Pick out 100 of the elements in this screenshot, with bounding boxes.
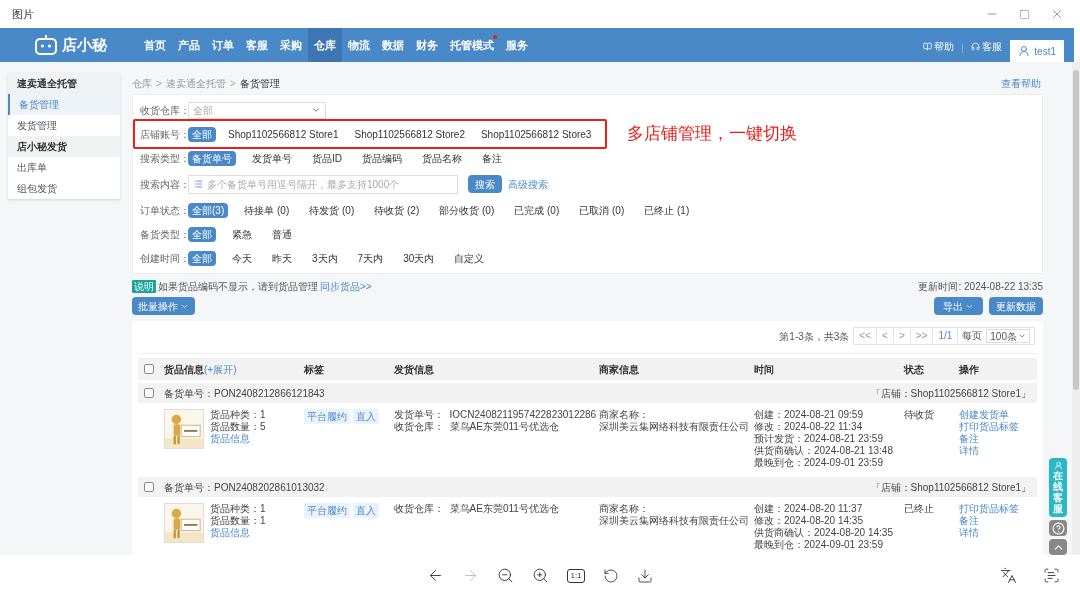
filter-option[interactable]: 货品名称	[418, 150, 466, 166]
nav-tab[interactable]: 客服	[240, 28, 274, 62]
nav-tab[interactable]: 数据	[376, 28, 410, 62]
close-icon[interactable]	[1050, 7, 1064, 21]
caret-icon	[311, 105, 321, 115]
filter-option[interactable]: 已完成 (0)	[510, 202, 564, 218]
page-button[interactable]: <	[877, 328, 894, 343]
sidebar-item[interactable]: 组包发货	[8, 178, 120, 199]
update-time: 更新时间: 2024-08-22 13:35	[918, 280, 1043, 294]
sidebar-item[interactable]: 备货管理	[8, 94, 120, 115]
batch-action-button[interactable]: 批量操作	[132, 297, 195, 315]
filter-option[interactable]: 已终止 (1)	[640, 202, 694, 218]
store-name: 「店铺：Shop1102566812 Store1」	[870, 386, 1031, 401]
action-link[interactable]: 打印货品标签	[959, 421, 1019, 433]
filter-option[interactable]: Shop1102566812 Store2	[350, 126, 469, 142]
goods-info-link[interactable]: 货品信息	[210, 527, 266, 539]
filter-option[interactable]: 货品ID	[308, 150, 346, 166]
per-page-select[interactable]: 100条	[986, 329, 1030, 343]
help-link[interactable]: 查看帮助	[1001, 75, 1041, 91]
filter-option[interactable]: 紧急	[228, 226, 256, 242]
checkbox[interactable]	[144, 482, 154, 492]
shipping-line: 发货单号： IOCN2408211957422823012286	[394, 409, 598, 421]
sidebar-item[interactable]: 出库单	[8, 157, 120, 178]
warehouse-select[interactable]: 全部	[188, 101, 326, 119]
action-link[interactable]: 创建发货单	[959, 409, 1009, 421]
scrollbar[interactable]	[1072, 62, 1080, 555]
filter-option[interactable]: 昨天	[268, 250, 296, 266]
search-field[interactable]: 多个备货单号用逗号隔开，最多支持1000个	[188, 174, 458, 194]
filter-option[interactable]: 待发货 (0)	[305, 202, 359, 218]
filter-option[interactable]: Shop1102566812 Store3	[476, 126, 596, 142]
filter-option[interactable]: 普通	[268, 226, 296, 242]
filter-option[interactable]: 待收货 (2)	[370, 202, 424, 218]
sidebar-item[interactable]: 发货管理	[8, 115, 120, 136]
nav-tab[interactable]: 物流	[342, 28, 376, 62]
merchant-label: 商家名称：	[599, 409, 650, 421]
filter-option[interactable]: 3天内	[308, 250, 342, 266]
filter-option[interactable]: 发货单号	[248, 150, 296, 166]
notice-tag: 说明	[132, 280, 156, 293]
export-button[interactable]: 导出	[934, 297, 983, 315]
action-link[interactable]: 详情	[959, 445, 979, 457]
action-link[interactable]: 备注	[959, 515, 979, 527]
refresh-data-button[interactable]: 更新数据	[989, 297, 1043, 315]
rotate-icon[interactable]	[602, 567, 619, 584]
page-button[interactable]: >	[893, 328, 911, 343]
page-button[interactable]: >>	[910, 328, 934, 343]
page-button[interactable]: <<	[854, 328, 878, 343]
filter-option[interactable]: 30天内	[399, 250, 439, 266]
service-link[interactable]: 客服	[971, 39, 1003, 54]
online-service-button[interactable]: 在线客服	[1049, 458, 1067, 517]
nav-tab[interactable]: 服务	[500, 28, 534, 62]
text-recognition-icon[interactable]	[1043, 567, 1060, 584]
filter-option[interactable]: 7天内	[353, 250, 388, 266]
filter-option[interactable]: 全部	[188, 250, 216, 266]
download-icon[interactable]	[636, 567, 653, 584]
filter-option[interactable]: 全部(3)	[188, 202, 229, 218]
nav-tab[interactable]: 首页	[138, 28, 172, 62]
goods-line: 货品数量：5	[210, 421, 266, 433]
checkbox[interactable]	[144, 388, 154, 398]
goods-info-link[interactable]: 货品信息	[210, 433, 266, 445]
time-line: 供货商确认：2024-08-21 13:48	[754, 445, 894, 457]
nav-tab[interactable]: 财务	[410, 28, 444, 62]
checkbox[interactable]	[144, 364, 154, 374]
help-button[interactable]	[1049, 520, 1067, 536]
nav-tab[interactable]: 采购	[274, 28, 308, 62]
user-tab[interactable]: test1	[1010, 40, 1064, 62]
column-header: 状态	[904, 362, 925, 377]
breadcrumb-item[interactable]: 仓库	[132, 75, 152, 91]
action-link[interactable]: 打印货品标签	[959, 503, 1019, 515]
filter-option[interactable]: 待接单 (0)	[240, 202, 294, 218]
nav-tab[interactable]: 仓库	[308, 28, 342, 62]
advanced-search-link[interactable]: 高级搜索	[508, 176, 548, 192]
action-link[interactable]: 详情	[959, 527, 979, 539]
filter-option[interactable]: 全部	[188, 226, 216, 242]
filter-option[interactable]: 货品编码	[358, 150, 406, 166]
column-header: 标签	[304, 362, 325, 377]
filter-option[interactable]: Shop1102566812 Store1	[224, 126, 343, 142]
order-status: 待收货	[904, 409, 935, 422]
zoom-out-icon[interactable]	[497, 567, 515, 584]
filter-option[interactable]: 备注	[478, 150, 506, 166]
action-link[interactable]: 备注	[959, 433, 979, 445]
nav-tab[interactable]: 订单	[206, 28, 240, 62]
maximize-icon[interactable]	[1019, 8, 1030, 20]
back-to-top-button[interactable]	[1049, 539, 1067, 555]
nav-tab[interactable]: 托管模式	[444, 28, 500, 62]
nav-tab[interactable]: 产品	[172, 28, 206, 62]
actual-size-button[interactable]: 1:1	[567, 568, 585, 583]
filter-option[interactable]: 已取消 (0)	[575, 202, 629, 218]
sync-goods-link[interactable]: 同步货品>>	[320, 279, 372, 294]
breadcrumb-item[interactable]: 速卖通全托管	[165, 75, 226, 91]
breadcrumb-separator: >	[156, 76, 162, 91]
filter-option[interactable]: 全部	[188, 126, 216, 142]
translate-icon[interactable]	[1000, 567, 1017, 584]
column-header: 操作	[959, 362, 980, 377]
search-button[interactable]: 搜索	[468, 175, 502, 193]
filter-option[interactable]: 备货单号	[188, 150, 236, 166]
zoom-in-icon[interactable]	[532, 567, 550, 584]
filter-option[interactable]: 部分收货 (0)	[435, 202, 499, 218]
filter-option[interactable]: 今天	[228, 250, 256, 266]
help-link[interactable]: 帮助	[923, 39, 955, 54]
filter-option[interactable]: 自定义	[450, 250, 489, 266]
